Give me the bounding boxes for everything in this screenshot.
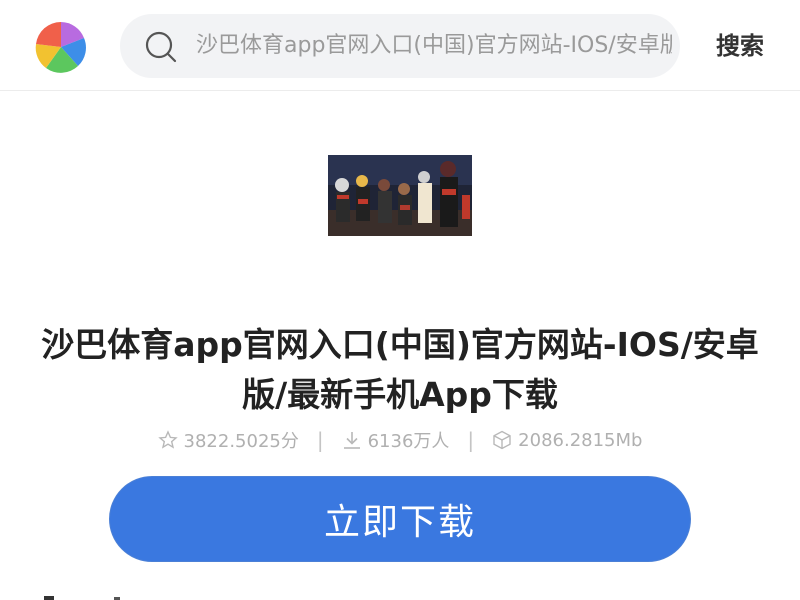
cut-off-content bbox=[44, 596, 120, 600]
app-screenshot-image bbox=[328, 155, 472, 236]
app-stats: 3822.5025分 | 6136万人 | 2086.2815Mb bbox=[0, 426, 800, 454]
search-bar[interactable] bbox=[120, 14, 680, 78]
stat-divider: | bbox=[316, 428, 324, 452]
app-logo[interactable] bbox=[32, 18, 90, 76]
downloads-stat: 6136万人 bbox=[342, 427, 450, 453]
app-title: 沙巴体育app官网入口(中国)官方网站-IOS/安卓版/最新手机App下载 bbox=[41, 325, 759, 414]
downloads-value: 6136万人 bbox=[367, 431, 450, 452]
search-icon bbox=[145, 31, 177, 63]
size-value: 2086.2815Mb bbox=[518, 429, 643, 451]
anime-characters-image bbox=[328, 155, 472, 236]
size-stat: 2086.2815Mb bbox=[492, 430, 642, 451]
package-icon bbox=[493, 430, 511, 450]
rating-stat: 3822.5025分 bbox=[157, 427, 299, 453]
download-icon bbox=[343, 432, 360, 449]
search-button[interactable]: 搜索 bbox=[700, 22, 780, 70]
star-icon bbox=[157, 430, 178, 449]
top-bar: 搜索 bbox=[0, 0, 800, 91]
rating-value: 3822.5025分 bbox=[183, 431, 299, 452]
stat-divider: | bbox=[467, 428, 475, 452]
search-input[interactable] bbox=[196, 14, 672, 78]
download-now-button[interactable]: 立即下载 bbox=[109, 476, 691, 562]
